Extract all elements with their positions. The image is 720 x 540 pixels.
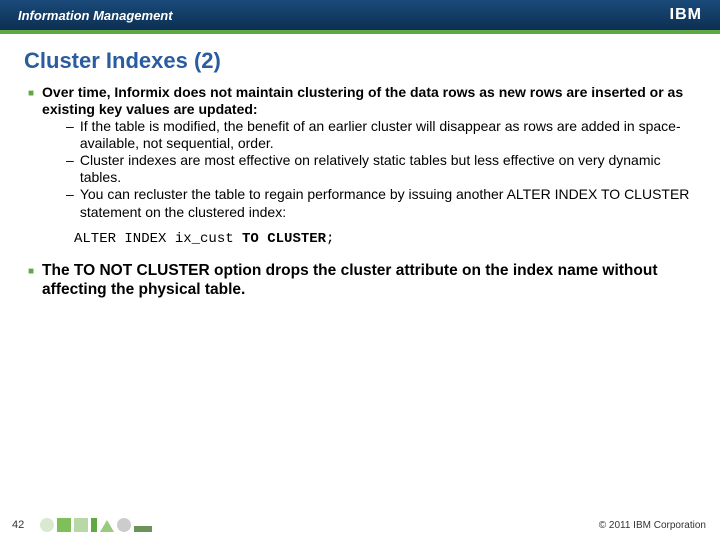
dash-icon: – bbox=[66, 152, 74, 186]
dash-icon: – bbox=[66, 118, 74, 152]
footer: 42 © 2011 IBM Corporation bbox=[0, 512, 720, 540]
decor-bar-icon bbox=[91, 518, 97, 532]
code-part-3: ; bbox=[326, 231, 334, 247]
bullet-icon: ■ bbox=[28, 88, 34, 221]
bullet-1: ■ Over time, Informix does not maintain … bbox=[28, 84, 692, 221]
bullet-1-sub-1-text: If the table is modified, the benefit of… bbox=[80, 118, 692, 152]
bullet-2-keyword: TO NOT CLUSTER bbox=[74, 262, 210, 279]
page-number: 42 bbox=[12, 519, 24, 531]
footer-decoration bbox=[40, 518, 152, 532]
bullet-1-sub-2-text: Cluster indexes are most effective on re… bbox=[80, 152, 692, 186]
dash-icon: – bbox=[66, 186, 74, 220]
bullet-1-lead: Over time, Informix does not maintain cl… bbox=[42, 84, 692, 118]
decor-triangle-icon bbox=[100, 520, 114, 532]
code-block: ALTER INDEX ix_cust TO CLUSTER; bbox=[74, 231, 692, 248]
page-title: Cluster Indexes (2) bbox=[0, 34, 720, 84]
header-bar: Information Management IBM bbox=[0, 0, 720, 30]
decor-circle-icon bbox=[40, 518, 54, 532]
copyright-text: © 2011 IBM Corporation bbox=[599, 520, 706, 531]
bullet-1-sub-2: – Cluster indexes are most effective on … bbox=[66, 152, 692, 186]
bullet-icon: ■ bbox=[28, 266, 34, 300]
bullet-1-sub-3-text: You can recluster the table to regain pe… bbox=[80, 186, 692, 220]
slide-content: ■ Over time, Informix does not maintain … bbox=[0, 84, 720, 300]
bullet-1-sub-3: – You can recluster the table to regain … bbox=[66, 186, 692, 220]
ibm-logo-text: IBM bbox=[670, 6, 702, 24]
decor-bar-icon bbox=[134, 526, 152, 532]
bullet-1-sub-1: – If the table is modified, the benefit … bbox=[66, 118, 692, 152]
header-brand: Information Management bbox=[18, 8, 173, 23]
code-keyword: TO CLUSTER bbox=[242, 231, 326, 247]
decor-square-icon bbox=[74, 518, 88, 532]
ibm-logo: IBM bbox=[670, 6, 702, 24]
bullet-2-pre: The bbox=[42, 262, 74, 279]
decor-circle-icon bbox=[117, 518, 131, 532]
code-part-1: ALTER INDEX ix_cust bbox=[74, 231, 242, 247]
decor-square-icon bbox=[57, 518, 71, 532]
bullet-2: ■ The TO NOT CLUSTER option drops the cl… bbox=[28, 262, 692, 300]
